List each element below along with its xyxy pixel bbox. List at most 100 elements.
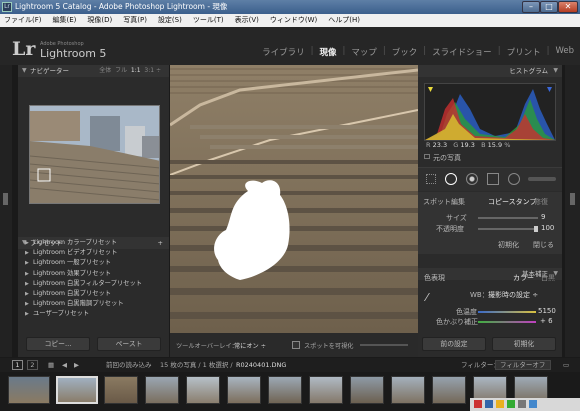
back-arrow-icon[interactable]: ◀ [62, 358, 67, 372]
preset-folder[interactable]: ▶ Lightroom 白黒階調プリセット [18, 299, 169, 309]
filter-lock-icon[interactable]: ▭ [563, 358, 569, 372]
heal-mode[interactable]: 修復 [534, 197, 548, 207]
filmstrip-thumb[interactable] [145, 376, 179, 404]
filmstrip-thumb[interactable] [186, 376, 220, 404]
preset-folder[interactable]: ▶ Lightroom 白黒フィルタープリセット [18, 279, 169, 289]
tint-slider[interactable] [478, 321, 536, 323]
crop-tool-icon[interactable] [426, 174, 436, 184]
tray-icon[interactable] [529, 400, 537, 408]
filmstrip-thumb[interactable] [8, 376, 50, 404]
treatment-color[interactable]: カラー [513, 273, 534, 283]
preset-folder[interactable]: ▶ Lightroom ビデオプリセット [18, 248, 169, 258]
spot-close-button[interactable]: 閉じる [533, 240, 554, 250]
original-photo-checkbox[interactable] [424, 154, 430, 159]
histogram-header[interactable]: ヒストグラム ▼ [418, 65, 562, 77]
treatment-bw[interactable]: 白黒 [541, 273, 555, 283]
histogram-graph[interactable] [424, 83, 556, 141]
grid-view-icon[interactable]: ▦ [48, 358, 54, 372]
copy-button[interactable]: コピー... [26, 337, 90, 351]
paste-button[interactable]: ペースト [97, 337, 161, 351]
filmstrip-thumb-selected[interactable] [56, 376, 98, 404]
zoom-3-1[interactable]: 3:1 [144, 67, 154, 74]
menu-item[interactable]: 現像(D) [87, 14, 112, 27]
b-label: B [481, 141, 486, 149]
size-slider[interactable] [478, 217, 538, 219]
module-tab[interactable]: マップ [351, 46, 377, 58]
opacity-slider-thumb[interactable] [534, 226, 538, 232]
expand-triangle-icon: ▶ [25, 280, 29, 287]
menu-item[interactable]: ツール(T) [193, 14, 224, 27]
opacity-slider[interactable] [478, 228, 538, 230]
visualize-spots-checkbox[interactable] [292, 341, 300, 349]
navigator-header[interactable]: ▼ ナビゲーター 全体 フル 1:1 3:1 ÷ [18, 65, 169, 77]
menu-item[interactable]: ファイル(F) [4, 14, 42, 27]
navigator-preview[interactable] [29, 105, 160, 204]
tray-icon[interactable] [518, 400, 526, 408]
menu-item[interactable]: 表示(V) [235, 14, 259, 27]
lr-logo: Lr [12, 38, 36, 60]
filmstrip-thumb[interactable] [350, 376, 384, 404]
menu-item[interactable]: 写真(P) [123, 14, 147, 27]
previous-settings-button[interactable]: 前の設定 [422, 337, 486, 351]
module-tab[interactable]: プリント [507, 46, 541, 58]
left-panel-toggle[interactable] [3, 193, 8, 205]
wb-select[interactable]: 撮影時の設定 ÷ [488, 290, 538, 300]
menu-item[interactable]: ウィンドウ(W) [270, 14, 317, 27]
zoom-fill[interactable]: フル [115, 67, 127, 74]
expand-triangle-icon: ▶ [25, 270, 29, 277]
tray-icon[interactable] [485, 400, 493, 408]
module-tab[interactable]: 現像 [320, 46, 337, 58]
tray-icon[interactable] [507, 400, 515, 408]
source-label[interactable]: 前回の読み込み [106, 358, 152, 372]
filmstrip-thumb[interactable] [432, 376, 466, 404]
preset-folder[interactable]: ▶ Lightroom 効果プリセット [18, 269, 169, 279]
spot-reset-button[interactable]: 初期化 [498, 240, 519, 250]
preset-folder[interactable]: ▶ Lightroom 一般プリセット [18, 258, 169, 268]
reset-button[interactable]: 初期化 [492, 337, 556, 351]
tray-icon[interactable] [474, 400, 482, 408]
filmstrip-thumb[interactable] [391, 376, 425, 404]
page-2-button[interactable]: 2 [27, 360, 38, 370]
minimize-button[interactable]: – [522, 1, 540, 13]
filter-select[interactable]: フィルターオフ [495, 360, 551, 370]
right-panel-toggle[interactable] [570, 193, 575, 205]
filmstrip-thumb[interactable] [104, 376, 138, 404]
expand-triangle-icon: ▶ [25, 250, 29, 257]
page-1-button[interactable]: 1 [12, 360, 23, 370]
module-tab[interactable]: ライブラリ [262, 46, 305, 58]
visualize-threshold-slider[interactable] [360, 344, 408, 346]
radial-filter-icon[interactable] [508, 173, 520, 185]
spot-removal-tool-icon[interactable] [445, 173, 457, 185]
close-button[interactable]: ✕ [558, 1, 578, 13]
forward-arrow-icon[interactable]: ▶ [74, 358, 79, 372]
filmstrip-thumb[interactable] [309, 376, 343, 404]
graduated-filter-icon[interactable] [487, 173, 499, 185]
preset-folder[interactable]: ▶ Lightroom 白黒プリセット [18, 289, 169, 299]
tray-icon[interactable] [496, 400, 504, 408]
highlight-clipping-indicator[interactable] [547, 87, 552, 92]
filmstrip [0, 372, 580, 411]
photo-canvas[interactable] [170, 65, 418, 333]
shadow-clipping-indicator[interactable] [428, 87, 433, 92]
adjustment-brush-icon[interactable] [528, 177, 556, 181]
file-name[interactable]: R0240401.DNG [236, 358, 286, 372]
expand-triangle-icon: ▶ [25, 290, 29, 297]
tool-overlay-select[interactable]: 常にオン ÷ [234, 341, 266, 350]
module-tab[interactable]: Web [555, 46, 574, 58]
red-eye-tool-icon[interactable] [466, 173, 478, 185]
filmstrip-thumb[interactable] [268, 376, 302, 404]
module-tab[interactable]: スライドショー [432, 46, 492, 58]
filmstrip-thumb[interactable] [227, 376, 261, 404]
menu-item[interactable]: 設定(S) [158, 14, 182, 27]
clone-mode[interactable]: コピースタンプ [488, 197, 536, 207]
preset-folder[interactable]: ▶ ユーザープリセット [18, 309, 169, 319]
module-tab[interactable]: ブック [392, 46, 418, 58]
menu-item[interactable]: ヘルプ(H) [328, 14, 360, 27]
preset-folder[interactable]: ▶ Lightroom カラープリセット [18, 238, 169, 248]
menu-item[interactable]: 編集(E) [53, 14, 77, 27]
zoom-1-1[interactable]: 1:1 [131, 67, 141, 74]
eyedropper-icon[interactable]: ⁄ [426, 291, 440, 305]
zoom-fit[interactable]: 全体 [99, 67, 111, 74]
maximize-button[interactable]: □ [540, 1, 558, 13]
temp-slider[interactable] [478, 311, 536, 313]
